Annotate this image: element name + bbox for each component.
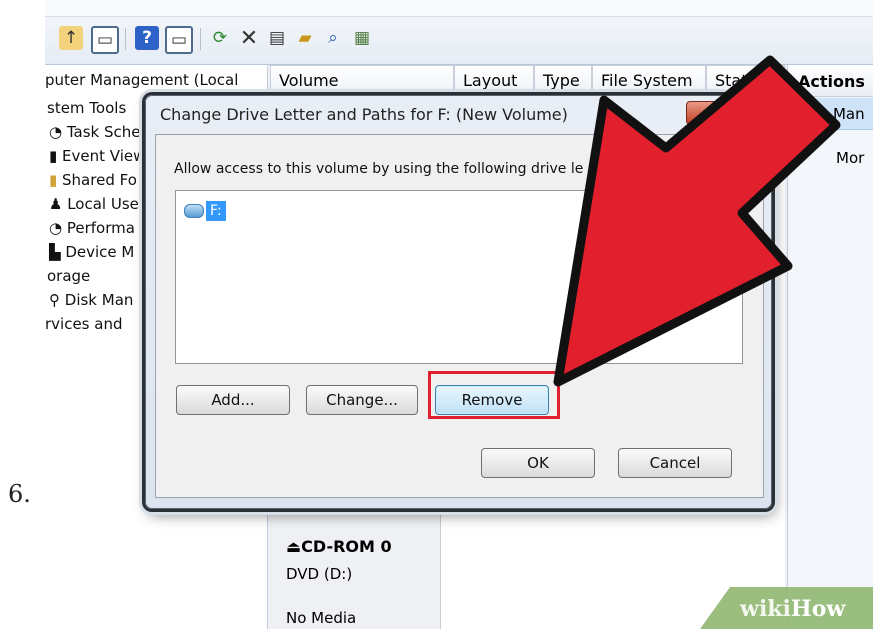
- column-header-volume[interactable]: Volume: [270, 65, 454, 95]
- clock-icon: ◔: [49, 123, 67, 141]
- users-icon: ♟: [49, 195, 68, 213]
- step-number: 6.: [8, 480, 31, 508]
- delete-icon[interactable]: ✕: [237, 26, 261, 51]
- folder-up-icon[interactable]: ↑: [59, 26, 83, 50]
- disk-icon[interactable]: ▦: [350, 26, 374, 50]
- disk-management-icon: ⚲: [49, 291, 65, 309]
- tree-item[interactable]: rvices and: [45, 315, 123, 333]
- cdrom-icon: ⏏: [286, 537, 302, 556]
- disk-media-label: No Media: [286, 609, 357, 627]
- menu-strip: [45, 0, 873, 17]
- pane-icon[interactable]: ▭: [165, 26, 193, 54]
- open-folder-icon[interactable]: ▰: [293, 26, 317, 50]
- close-button[interactable]: X: [686, 101, 740, 125]
- dialog-client-area: Allow access to this volume by using the…: [155, 134, 764, 498]
- dialog-title: Change Drive Letter and Paths for F: (Ne…: [160, 105, 568, 124]
- actions-header: Actions: [788, 65, 873, 97]
- toolbar-separator: [200, 28, 201, 50]
- remove-highlight-box: [428, 371, 560, 419]
- tree-item[interactable]: stem Tools: [47, 99, 126, 117]
- disk-info-panel[interactable]: ⏏CD-ROM 0 DVD (D:) No Media: [270, 505, 441, 629]
- actions-item-more[interactable]: Mor: [836, 149, 864, 167]
- add-button[interactable]: Add...: [176, 385, 290, 415]
- change-drive-letter-dialog: Change Drive Letter and Paths for F: (Ne…: [145, 95, 772, 509]
- actions-item-disk-management[interactable]: Disk Man: [788, 98, 873, 130]
- tree-item[interactable]: ▮ Shared Fo: [49, 171, 137, 189]
- drive-paths-listbox[interactable]: F:: [175, 190, 743, 364]
- tree-item[interactable]: orage: [47, 267, 90, 285]
- tree-item[interactable]: puter Management (Local: [45, 71, 238, 89]
- actions-pane: Actions Disk Man Mor: [787, 65, 873, 629]
- column-header-layout[interactable]: Layout: [454, 65, 534, 95]
- column-header-file-system[interactable]: File System: [592, 65, 706, 95]
- tree-item[interactable]: ◔ Task Sche: [49, 123, 141, 141]
- refresh-icon[interactable]: ⟳: [208, 26, 232, 50]
- ok-button[interactable]: OK: [481, 448, 595, 478]
- drive-icon: [184, 204, 204, 218]
- toolbar: ↑ ▭ ? ▭ ⟳ ✕ ▤ ▰ ⌕ ▦: [45, 0, 873, 65]
- tree-item[interactable]: ♟ Local Use: [49, 195, 139, 213]
- show-pane-icon[interactable]: ▭: [91, 26, 119, 54]
- properties-icon[interactable]: ▤: [265, 26, 289, 50]
- dialog-instruction: Allow access to this volume by using the…: [174, 161, 584, 177]
- column-header-status[interactable]: Status: [706, 65, 785, 95]
- tree-item[interactable]: ⚲ Disk Man: [49, 291, 133, 309]
- folder-icon: ▮: [49, 171, 63, 189]
- change-button[interactable]: Change...: [306, 385, 418, 415]
- tree-item[interactable]: ▙ Device M: [49, 243, 134, 261]
- disk-name: ⏏CD-ROM 0: [286, 537, 392, 556]
- event-icon: ▮: [49, 147, 63, 165]
- list-item[interactable]: F:: [184, 200, 226, 222]
- search-icon[interactable]: ⌕: [321, 26, 345, 50]
- performance-icon: ◔: [49, 219, 67, 237]
- tree-item[interactable]: ◔ Performa: [49, 219, 135, 237]
- wikihow-logo: wikiHow: [740, 596, 846, 622]
- disk-drive-label: DVD (D:): [286, 565, 353, 583]
- list-item-label: F:: [206, 201, 226, 221]
- toolbar-separator: [125, 28, 126, 50]
- device-icon: ▙: [49, 243, 66, 261]
- cancel-button[interactable]: Cancel: [618, 448, 732, 478]
- tree-item[interactable]: ▮ Event View: [49, 147, 145, 165]
- help-icon[interactable]: ?: [135, 26, 159, 50]
- column-header-type[interactable]: Type: [534, 65, 592, 95]
